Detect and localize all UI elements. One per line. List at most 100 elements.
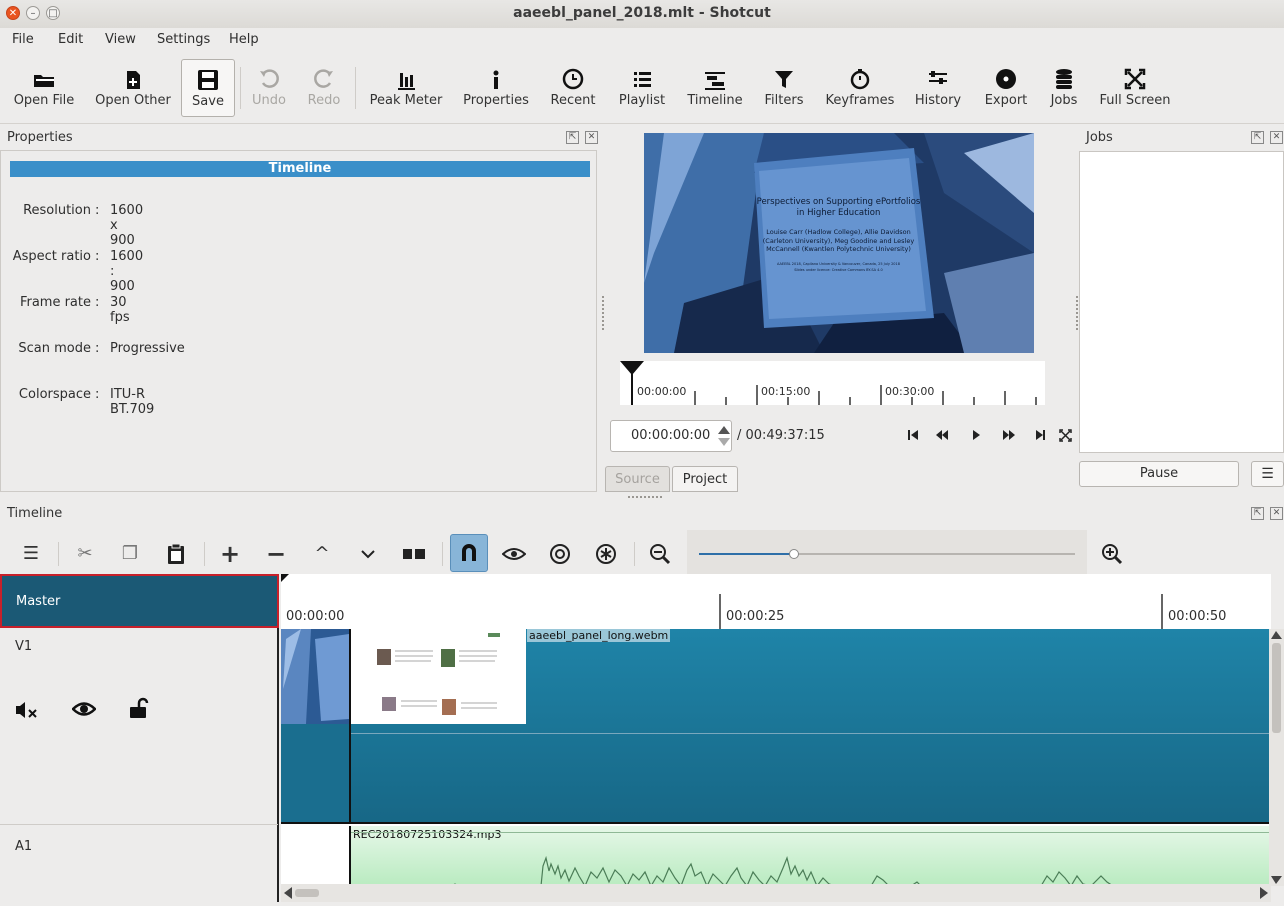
close-icon[interactable]: ✕ — [585, 131, 598, 144]
v1-clip[interactable]: aaeebl_panel_long.webm — [351, 629, 1269, 824]
timeline-ruler-label: 00:00:25 — [726, 609, 785, 624]
open-other-button[interactable]: Open Other — [94, 59, 172, 117]
list-icon — [634, 72, 651, 87]
snap-magnet-icon[interactable] — [450, 534, 488, 572]
toolbar-separator — [634, 542, 635, 566]
scrub-eye-icon[interactable] — [498, 538, 530, 570]
close-icon[interactable]: ✕ — [1270, 131, 1283, 144]
jobs-list[interactable] — [1079, 151, 1284, 453]
menu-file[interactable]: File — [12, 32, 34, 47]
zoom-out-icon[interactable] — [644, 538, 676, 570]
lift-chevron-up-icon[interactable]: ^ — [306, 538, 338, 570]
spinner-arrows-icon — [718, 426, 730, 446]
fullscreen-icon — [1124, 68, 1146, 90]
timeline-horizontal-scrollbar[interactable] — [281, 884, 1271, 902]
undo-icon — [260, 69, 279, 88]
timeline-dock-buttons: ⇱ ✕ — [1245, 505, 1283, 520]
a1-track-label: A1 — [15, 839, 33, 854]
export-button[interactable]: Export — [980, 59, 1032, 117]
position-timecode-input[interactable]: 00:00:00:00 — [610, 420, 732, 452]
filters-button[interactable]: Filters — [762, 59, 806, 117]
pause-jobs-button[interactable]: Pause — [1079, 461, 1239, 487]
properties-dock-title: Properties — [7, 130, 73, 145]
splitter-handle[interactable] — [602, 296, 607, 330]
copy-icon[interactable]: ❐ — [114, 538, 146, 570]
menu-help[interactable]: Help — [229, 32, 259, 47]
append-plus-icon[interactable]: + — [214, 538, 246, 570]
a1-track-header[interactable]: A1 — [0, 826, 278, 902]
save-button[interactable]: Save — [181, 59, 235, 117]
paste-clipboard-icon[interactable] — [160, 538, 192, 570]
undock-icon[interactable]: ⇱ — [1251, 507, 1264, 520]
menu-edit[interactable]: Edit — [58, 32, 83, 47]
history-button[interactable]: History — [908, 59, 968, 117]
overwrite-chevron-down-icon[interactable] — [352, 538, 384, 570]
properties-button[interactable]: Properties — [460, 59, 532, 117]
video-preview[interactable]: Perspectives on Supporting ePortfolios i… — [644, 133, 1034, 353]
peak-meter-button[interactable]: Peak Meter — [366, 59, 446, 117]
v1-track-header[interactable]: V1 — [0, 629, 278, 825]
transport-controls — [904, 426, 1074, 444]
playlist-button[interactable]: Playlist — [616, 59, 668, 117]
tab-source[interactable]: Source — [605, 466, 670, 492]
zoom-slider-handle[interactable] — [789, 549, 799, 559]
splitter-handle[interactable] — [628, 496, 662, 501]
cut-scissors-icon[interactable]: ✂ — [69, 538, 101, 570]
play-icon[interactable] — [973, 430, 980, 440]
open-file-button[interactable]: Open File — [10, 59, 78, 117]
undock-icon[interactable]: ⇱ — [566, 131, 579, 144]
ripple-target-icon[interactable] — [544, 538, 576, 570]
fast-forward-icon[interactable] — [1003, 430, 1015, 440]
visibility-eye-icon[interactable] — [71, 701, 97, 721]
recent-button[interactable]: Recent — [548, 59, 598, 117]
ruler-ticks — [620, 361, 1037, 405]
jobs-button[interactable]: Jobs — [1044, 59, 1084, 117]
skip-to-start-icon[interactable] — [908, 430, 918, 440]
peak-meter-icon — [398, 73, 415, 90]
timeline-ruler-label: 00:00:50 — [1168, 609, 1227, 624]
a1-clip[interactable]: REC20180725103324.mp3 — [351, 826, 1269, 886]
mute-speaker-icon[interactable] — [14, 699, 40, 725]
menu-view[interactable]: View — [105, 32, 136, 47]
window-title: aaeebl_panel_2018.mlt - Shotcut — [513, 5, 771, 21]
clock-icon — [562, 68, 584, 90]
database-stack-icon — [1056, 69, 1072, 89]
volume-fullscreen-icon[interactable] — [1059, 429, 1072, 442]
close-icon[interactable]: ✕ — [1270, 507, 1283, 520]
v1-clip-thumbnail-start[interactable] — [281, 629, 351, 824]
player-ruler[interactable]: 00:00:00 00:15:00 00:30:00 — [620, 361, 1045, 405]
keyframes-button[interactable]: Keyframes — [824, 59, 896, 117]
slide-footer-license: Slides under licence: Creative Commons B… — [794, 268, 883, 272]
full-screen-button[interactable]: Full Screen — [1098, 59, 1172, 117]
clip-top-line — [351, 832, 1269, 833]
undock-icon[interactable]: ⇱ — [1251, 131, 1264, 144]
redo-button[interactable]: Redo — [302, 59, 346, 117]
toolbar-separator — [58, 542, 59, 566]
zoom-slider[interactable] — [687, 530, 1087, 576]
main-toolbar: Open File Open Other Save Undo Redo Peak… — [0, 53, 1284, 124]
timecode-spinner[interactable] — [716, 422, 732, 450]
v1-track[interactable]: aaeebl_panel_long.webm — [281, 629, 1269, 824]
zoom-in-icon[interactable] — [1096, 538, 1128, 570]
timeline-menu-icon[interactable]: ☰ — [15, 538, 47, 570]
unlock-padlock-icon[interactable] — [128, 697, 150, 723]
timeline-vertical-scrollbar[interactable] — [1269, 629, 1284, 886]
remove-minus-icon[interactable]: − — [260, 538, 292, 570]
v1-clip-name: aaeebl_panel_long.webm — [527, 629, 671, 642]
a1-track[interactable]: REC20180725103324.mp3 — [281, 826, 1269, 886]
master-track-header[interactable]: Master — [0, 574, 279, 628]
skip-to-end-icon[interactable] — [1036, 430, 1045, 440]
floppy-disk-icon — [198, 70, 218, 90]
menu-settings[interactable]: Settings — [157, 32, 210, 47]
file-plus-icon — [127, 71, 140, 89]
ripple-all-asterisk-icon[interactable] — [590, 538, 622, 570]
tab-project[interactable]: Project — [672, 466, 738, 492]
jobs-menu-button[interactable]: ☰ — [1251, 461, 1284, 487]
split-icon[interactable] — [398, 538, 430, 570]
zoom-slider-groove — [699, 549, 1075, 559]
timeline-button[interactable]: Timeline — [686, 59, 744, 117]
rewind-icon[interactable] — [936, 430, 948, 440]
undo-button[interactable]: Undo — [247, 59, 291, 117]
clip-thumbnail-image — [351, 629, 526, 724]
toolbar-separator — [240, 67, 241, 109]
